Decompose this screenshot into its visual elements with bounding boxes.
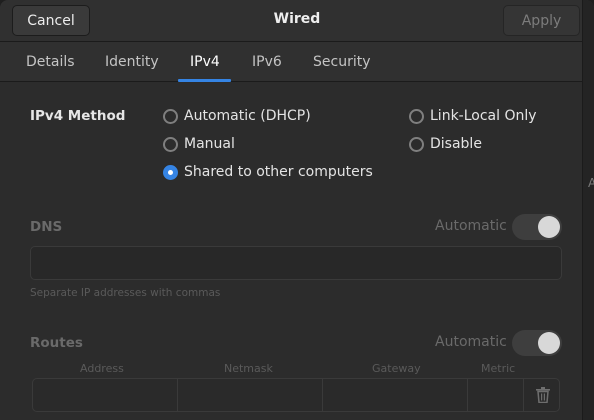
delete-route-button[interactable] (532, 384, 554, 406)
radio-shared-to-other-computers[interactable]: Shared to other computers (163, 164, 373, 180)
route-address-input[interactable] (33, 379, 178, 411)
routes-automatic-switch[interactable] (512, 330, 562, 356)
radio-label: Disable (430, 136, 482, 152)
column-header-address: Address (80, 362, 124, 375)
apply-button[interactable]: Apply (503, 5, 580, 36)
dns-input[interactable] (30, 246, 562, 280)
column-header-netmask: Netmask (224, 362, 273, 375)
switch-knob (538, 216, 560, 238)
radio-circle-icon (163, 136, 178, 152)
tab-bar: Details Identity IPv4 IPv6 Security (0, 42, 594, 82)
radio-label: Automatic (DHCP) (184, 108, 311, 124)
dns-automatic-switch[interactable] (512, 214, 562, 240)
tab-ipv6[interactable]: IPv6 (252, 42, 282, 82)
tab-ipv4[interactable]: IPv4 (190, 42, 220, 82)
column-header-gateway: Gateway (372, 362, 421, 375)
dns-label: DNS (30, 219, 63, 235)
dns-hint: Separate IP addresses with commas (30, 287, 221, 299)
radio-checked-icon (163, 164, 178, 180)
ipv4-method-label: IPv4 Method (30, 108, 126, 124)
radio-manual[interactable]: Manual (163, 136, 235, 152)
active-tab-indicator (178, 79, 231, 82)
radio-automatic-dhcp[interactable]: Automatic (DHCP) (163, 108, 311, 124)
route-gateway-input[interactable] (323, 379, 468, 411)
route-netmask-input[interactable] (178, 379, 323, 411)
radio-label: Manual (184, 136, 235, 152)
tab-details[interactable]: Details (26, 42, 75, 82)
radio-circle-icon (163, 108, 178, 124)
column-header-metric: Metric (481, 362, 516, 375)
background-window-edge: A (582, 0, 594, 420)
wired-connection-dialog: Cancel Wired Apply Details Identity IPv4… (0, 0, 594, 420)
routes-automatic-label: Automatic (435, 334, 507, 350)
dns-automatic-label: Automatic (435, 218, 507, 234)
trash-icon (536, 387, 550, 403)
radio-label: Link-Local Only (430, 108, 537, 124)
radio-link-local-only[interactable]: Link-Local Only (409, 108, 537, 124)
header-bar: Cancel Wired Apply (0, 0, 594, 42)
radio-circle-icon (409, 108, 424, 124)
radio-circle-icon (409, 136, 424, 152)
tab-identity[interactable]: Identity (105, 42, 159, 82)
radio-label: Shared to other computers (184, 164, 373, 180)
tab-security[interactable]: Security (313, 42, 371, 82)
route-metric-input[interactable] (468, 379, 524, 411)
switch-knob (538, 332, 560, 354)
ipv4-settings-panel: IPv4 Method Automatic (DHCP) Link-Local … (0, 83, 594, 420)
routes-label: Routes (30, 335, 83, 351)
radio-disable[interactable]: Disable (409, 136, 482, 152)
background-window-text: A (588, 176, 594, 190)
route-row (32, 378, 560, 412)
